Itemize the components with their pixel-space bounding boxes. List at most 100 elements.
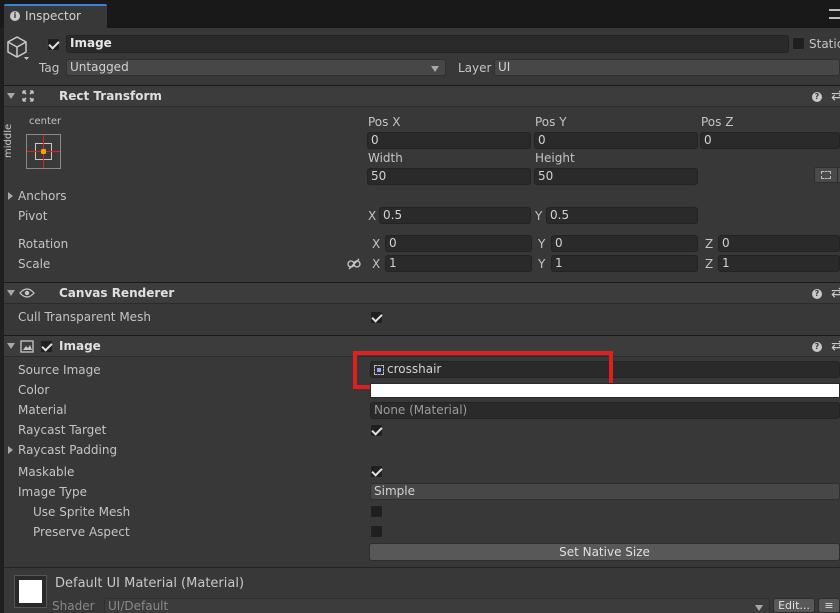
scale-x-axis: X <box>372 257 381 271</box>
scale-y-input[interactable]: 1 <box>551 255 698 272</box>
preserve-aspect-checkbox[interactable] <box>370 525 383 538</box>
tag-label: Tag <box>39 61 60 75</box>
maskable-label: Maskable <box>18 465 75 479</box>
width-input[interactable]: 50 <box>367 168 531 185</box>
anchor-center-dot <box>41 149 46 154</box>
anchor-v-label: middle <box>3 123 14 158</box>
shader-label: Shader <box>52 599 95 613</box>
help-icon[interactable]: ? <box>812 289 822 299</box>
rect-transform-header[interactable]: Rect Transform ? ⇄ <box>4 85 840 107</box>
shader-dropdown[interactable]: UI/Default <box>104 598 770 613</box>
help-icon[interactable]: ? <box>812 342 822 352</box>
edit-label: Edit... <box>778 599 810 612</box>
static-label: Static <box>809 37 840 51</box>
rot-x-axis: X <box>372 237 381 251</box>
use-sprite-mesh-label: Use Sprite Mesh <box>33 505 131 519</box>
shader-menu-button[interactable]: ≡ <box>818 598 840 613</box>
static-checkbox[interactable] <box>792 37 805 50</box>
settings-icon[interactable]: ⇄ <box>831 339 840 353</box>
link-scale-icon[interactable] <box>347 258 361 273</box>
height-label: Height <box>535 151 575 165</box>
raycast-target-checkbox[interactable] <box>370 424 383 437</box>
pos-x-label: Pos X <box>368 115 401 129</box>
rot-y-axis: Y <box>538 237 546 251</box>
material-preview[interactable] <box>14 575 47 608</box>
cull-label: Cull Transparent Mesh <box>18 310 151 324</box>
pivot-x-axis: X <box>368 209 377 223</box>
edit-shader-button[interactable]: Edit... <box>773 598 815 613</box>
use-sprite-mesh-checkbox[interactable] <box>370 505 383 518</box>
chevron-down-icon <box>755 605 763 611</box>
pivot-y-axis: Y <box>535 209 543 223</box>
settings-icon[interactable]: ⇄ <box>831 89 840 103</box>
scale-z-input[interactable]: 1 <box>718 255 840 272</box>
pos-y-input[interactable]: 0 <box>534 132 698 149</box>
scale-label: Scale <box>18 257 51 271</box>
raycast-padding-foldout-icon[interactable] <box>8 446 13 454</box>
info-icon: i <box>10 11 20 21</box>
preserve-aspect-label: Preserve Aspect <box>33 525 130 539</box>
image-component-title: Image <box>59 339 101 353</box>
scale-z-axis: Z <box>705 257 714 271</box>
scale-x-input[interactable]: 1 <box>385 255 532 272</box>
rotation-y-input[interactable]: 0 <box>551 235 698 252</box>
material-field[interactable]: None (Material) <box>370 402 840 419</box>
color-swatch[interactable] <box>370 383 840 398</box>
anchor-presets-button[interactable] <box>26 134 61 169</box>
shader-value: UI/Default <box>108 599 169 613</box>
rotation-x-input[interactable]: 0 <box>385 235 532 252</box>
pos-z-input[interactable]: 0 <box>700 132 840 149</box>
anchors-label[interactable]: Anchors <box>18 189 67 203</box>
blueprint-mode-button[interactable] <box>814 167 838 183</box>
tab-menu-icon[interactable] <box>829 9 840 19</box>
canvas-renderer-header[interactable]: Canvas Renderer ? ⇄ <box>4 282 840 304</box>
color-label: Color <box>18 383 50 397</box>
raycast-padding-label[interactable]: Raycast Padding <box>18 443 117 457</box>
cull-checkbox[interactable] <box>370 311 383 324</box>
layer-label: Layer <box>458 61 492 75</box>
raycast-target-label: Raycast Target <box>18 423 107 437</box>
canvas-renderer-title: Canvas Renderer <box>59 286 175 300</box>
help-icon[interactable]: ? <box>812 92 822 102</box>
rotation-z-input[interactable]: 0 <box>718 235 840 252</box>
active-checkbox[interactable] <box>47 38 60 51</box>
scale-y-axis: Y <box>538 257 546 271</box>
anchor-h-label: center <box>29 116 62 127</box>
object-name-input[interactable]: Image <box>66 35 789 53</box>
pivot-label: Pivot <box>18 209 48 223</box>
anchors-foldout-icon[interactable] <box>8 192 13 200</box>
width-label: Width <box>368 151 403 165</box>
layer-dropdown[interactable]: UI <box>494 59 840 76</box>
material-label: Material <box>18 403 67 417</box>
image-type-dropdown[interactable]: Simple <box>370 483 840 500</box>
maskable-checkbox[interactable] <box>370 465 383 478</box>
rotation-label: Rotation <box>18 237 69 251</box>
tag-value: Untagged <box>70 60 129 74</box>
chevron-down-icon <box>431 66 439 72</box>
layer-value: UI <box>498 60 511 74</box>
pivot-x-input[interactable]: 0.5 <box>379 207 531 224</box>
collapse-icon <box>7 343 15 349</box>
collapse-icon <box>7 290 15 296</box>
tab-bar <box>0 0 840 28</box>
image-enabled-checkbox[interactable] <box>40 340 53 353</box>
tag-dropdown[interactable]: Untagged <box>66 59 446 76</box>
set-native-size-label: Set Native Size <box>559 545 650 559</box>
settings-icon[interactable]: ⇄ <box>831 286 840 300</box>
rot-z-axis: Z <box>705 237 714 251</box>
set-native-size-button[interactable]: Set Native Size <box>369 543 840 561</box>
tab-title: Inspector <box>25 9 81 23</box>
rect-transform-icon <box>22 90 34 105</box>
rect-transform-title: Rect Transform <box>59 89 162 103</box>
image-type-label: Image Type <box>18 485 87 499</box>
tab-inspector[interactable]: i Inspector <box>4 4 107 28</box>
pos-y-label: Pos Y <box>535 115 567 129</box>
pos-x-input[interactable]: 0 <box>367 132 531 149</box>
pivot-y-input[interactable]: 0.5 <box>546 207 698 224</box>
height-input[interactable]: 50 <box>534 168 698 185</box>
collapse-icon <box>7 93 15 99</box>
material-divider <box>4 567 840 568</box>
blueprint-icon <box>821 171 831 179</box>
source-image-label: Source Image <box>18 363 101 377</box>
image-component-icon <box>20 340 34 356</box>
